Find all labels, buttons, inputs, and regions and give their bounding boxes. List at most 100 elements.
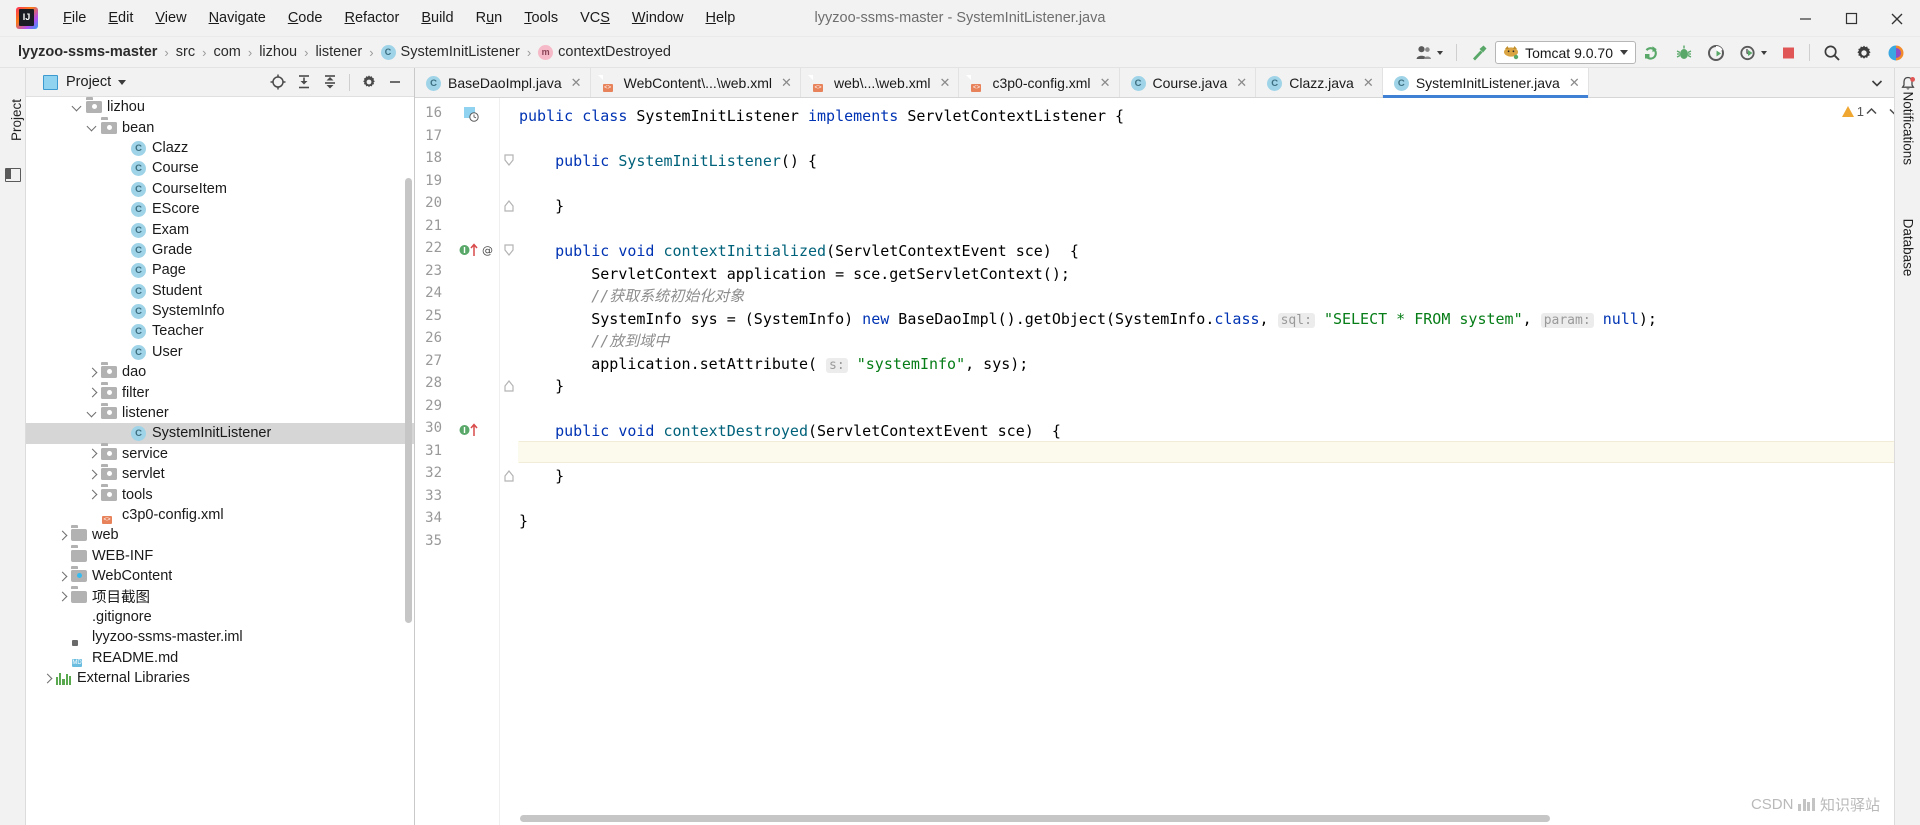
tree-node-readme-md[interactable]: MD README.md <box>26 648 414 668</box>
chevron-right-icon[interactable] <box>56 570 69 583</box>
code-line-22[interactable]: public void contextInitialized(ServletCo… <box>519 240 1079 263</box>
tree-node-listener[interactable]: listener <box>26 403 414 423</box>
code-line-27[interactable]: application.setAttribute( s: "systemInfo… <box>519 353 1028 376</box>
tree-node-systeminfo[interactable]: C SystemInfo <box>26 301 414 321</box>
tree-node-lyyzoo-ssms-master-iml[interactable]: lyyzoo-ssms-master.iml <box>26 627 414 647</box>
collapse-all-button[interactable] <box>317 69 343 95</box>
code-text[interactable]: public class SystemInitListener implemen… <box>519 98 1919 825</box>
chevron-right-icon[interactable] <box>41 672 54 685</box>
close-icon[interactable]: ✕ <box>1363 75 1374 91</box>
maximize-button[interactable] <box>1828 0 1874 37</box>
code-line-26[interactable]: //放到域中 <box>519 330 669 353</box>
tree-node-dao[interactable]: dao <box>26 362 414 382</box>
close-icon[interactable]: ✕ <box>939 75 951 91</box>
editor-tab-c3p0-config-xml[interactable]: <> c3p0-config.xml ✕ <box>959 68 1120 97</box>
breadcrumb-item-systeminitlistener[interactable]: C SystemInitListener <box>380 44 520 60</box>
tree-node-clazz[interactable]: C Clazz <box>26 138 414 158</box>
profile-button[interactable] <box>1732 37 1774 68</box>
fold-open-icon[interactable] <box>503 154 515 167</box>
tree-node-student[interactable]: C Student <box>26 281 414 301</box>
fold-open-icon[interactable] <box>503 244 515 257</box>
tree-node-user[interactable]: C User <box>26 342 414 362</box>
tree-node-exam[interactable]: C Exam <box>26 219 414 239</box>
code-line-34[interactable]: } <box>519 510 528 533</box>
breadcrumb-item-src[interactable]: src <box>176 44 195 60</box>
user-accounts-button[interactable] <box>1409 37 1450 68</box>
editor-tab-webcontent-----web-xml[interactable]: <> WebContent\...\web.xml ✕ <box>591 68 801 97</box>
stop-button[interactable] <box>1774 37 1803 68</box>
breadcrumb-item-lizhou[interactable]: lizhou <box>259 44 297 60</box>
expand-all-button[interactable] <box>291 69 317 95</box>
chevron-right-icon[interactable] <box>56 529 69 542</box>
run-with-coverage-button[interactable] <box>1700 37 1732 68</box>
ide-updates-button[interactable] <box>1880 37 1912 68</box>
tree-node-service[interactable]: service <box>26 444 414 464</box>
tree-node-teacher[interactable]: C Teacher <box>26 321 414 341</box>
close-button[interactable] <box>1874 0 1920 37</box>
chevron-down-icon[interactable] <box>86 407 99 420</box>
project-settings-button[interactable] <box>356 69 382 95</box>
breadcrumb-item-com[interactable]: com <box>213 44 240 60</box>
fold-end-icon[interactable] <box>503 199 515 212</box>
tree-node-----[interactable]: 项目截图 <box>26 586 414 606</box>
sidebar-tab-notifications[interactable]: Notifications <box>1901 92 1916 166</box>
tree-node-web[interactable]: web <box>26 525 414 545</box>
menu-refactor[interactable]: Refactor <box>334 6 411 30</box>
chevron-right-icon[interactable] <box>86 386 99 399</box>
tree-node-page[interactable]: C Page <box>26 260 414 280</box>
tree-node-servlet[interactable]: servlet <box>26 464 414 484</box>
override-icon[interactable] <box>459 422 479 440</box>
chevron-right-icon[interactable] <box>86 468 99 481</box>
code-line-18[interactable]: public SystemInitListener() { <box>519 150 817 173</box>
code-folding-gutter[interactable] <box>500 98 518 825</box>
override-icon-at[interactable]: @ <box>459 242 501 260</box>
project-scrollbar[interactable] <box>405 178 412 623</box>
menu-help[interactable]: Help <box>694 6 746 30</box>
tree-node-courseitem[interactable]: C CourseItem <box>26 179 414 199</box>
hide-panel-button[interactable] <box>382 69 408 95</box>
chevron-right-icon[interactable] <box>86 447 99 460</box>
chevron-down-icon[interactable] <box>86 121 99 134</box>
menu-file[interactable]: File <box>52 6 97 30</box>
code-line-32[interactable]: } <box>519 465 564 488</box>
close-icon[interactable]: ✕ <box>1100 75 1111 91</box>
chevron-right-icon[interactable] <box>86 366 99 379</box>
code-line-23[interactable]: ServletContext application = sce.getServ… <box>519 263 1070 286</box>
minimize-button[interactable] <box>1782 0 1828 37</box>
close-icon[interactable]: ✕ <box>781 75 792 91</box>
code-line-16[interactable]: public class SystemInitListener implemen… <box>519 105 1124 128</box>
search-everywhere-button[interactable] <box>1816 37 1848 68</box>
menu-navigate[interactable]: Navigate <box>198 6 277 30</box>
previous-problem-button[interactable] <box>1864 104 1879 124</box>
select-opened-file-button[interactable] <box>265 69 291 95</box>
sidebar-tab-project[interactable]: Project <box>7 84 27 156</box>
tree-node-escore[interactable]: C EScore <box>26 199 414 219</box>
breadcrumb-item-lyyzoo-ssms-master[interactable]: lyyzoo-ssms-master <box>18 44 157 60</box>
editor-gutter[interactable]: 16 17 18 19 20 21 22 @23 24 25 26 27 28 29 30 31 32 33 34 3… <box>415 98 500 825</box>
run-configuration-selector[interactable]: Tomcat 9.0.70 <box>1495 41 1636 64</box>
tree-node-systeminitlistener[interactable]: C SystemInitListener <box>26 423 414 444</box>
editor-tab-course-java[interactable]: C Course.java ✕ <box>1120 68 1257 97</box>
chevron-right-icon[interactable] <box>56 590 69 603</box>
code-line-20[interactable]: } <box>519 195 564 218</box>
menu-tools[interactable]: Tools <box>513 6 569 30</box>
tree-node-filter[interactable]: filter <box>26 382 414 402</box>
editor-tab-basedaoimpl-java[interactable]: C BaseDaoImpl.java ✕ <box>415 68 591 97</box>
breadcrumb-item-contextdestroyed[interactable]: m contextDestroyed <box>538 44 671 60</box>
project-tree[interactable]: lizhou bean C Clazz C Course C CourseItem C EScor… <box>26 97 414 825</box>
build-project-button[interactable] <box>1463 37 1495 68</box>
menu-window[interactable]: Window <box>621 6 695 30</box>
close-icon[interactable]: ✕ <box>1569 75 1580 91</box>
tree-node-bean[interactable]: bean <box>26 117 414 137</box>
chevron-right-icon[interactable] <box>86 488 99 501</box>
editor-tab-web-----web-xml[interactable]: <> web\...\web.xml ✕ <box>801 68 960 97</box>
menu-code[interactable]: Code <box>277 6 334 30</box>
menu-view[interactable]: View <box>144 6 197 30</box>
editor-tab-clazz-java[interactable]: C Clazz.java ✕ <box>1256 68 1383 97</box>
close-icon[interactable]: ✕ <box>571 75 582 91</box>
fold-end-icon[interactable] <box>503 379 515 392</box>
implements-icon[interactable] <box>464 107 479 125</box>
tree-node-external-libraries[interactable]: External Libraries <box>26 668 414 688</box>
breadcrumb-item-listener[interactable]: listener <box>315 44 362 60</box>
menu-run[interactable]: Run <box>465 6 514 30</box>
